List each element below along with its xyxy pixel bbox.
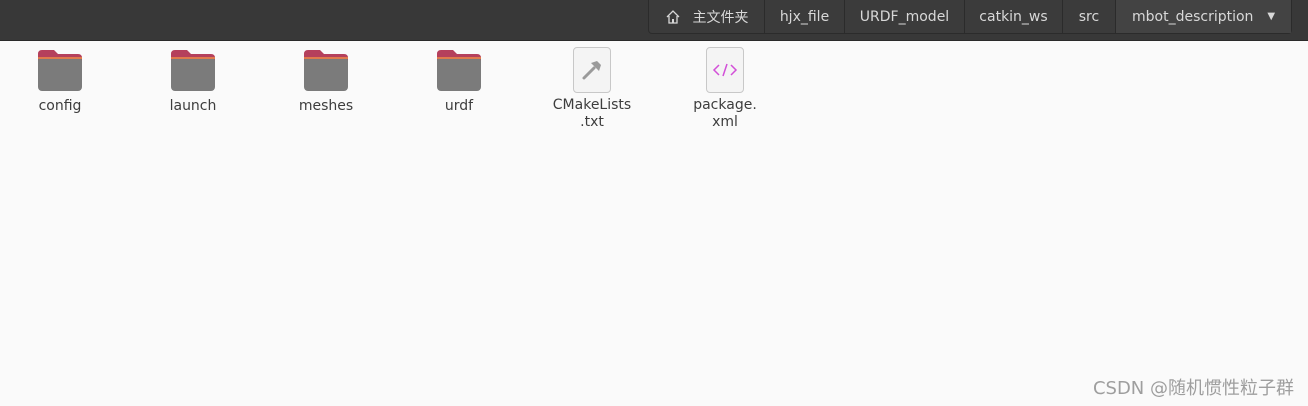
chevron-down-icon[interactable]: ▼	[1267, 11, 1275, 22]
file-item-package-xml[interactable]: package. xml	[665, 46, 785, 131]
file-name: package. xml	[693, 97, 757, 130]
breadcrumb-item-src[interactable]: src	[1063, 0, 1116, 33]
file-grid: config launch meshes urdf CMakeLists .tx…	[0, 40, 1308, 406]
breadcrumb-item-hjx-file[interactable]: hjx_file	[765, 0, 845, 33]
file-item-cmakelists[interactable]: CMakeLists .txt	[532, 46, 652, 131]
file-name: meshes	[298, 98, 354, 114]
cmake-file-icon	[573, 47, 611, 93]
file-name: urdf	[444, 98, 474, 114]
file-item-meshes[interactable]: meshes	[266, 46, 386, 115]
breadcrumb-current-label: mbot_description	[1132, 8, 1254, 25]
breadcrumb-item-current[interactable]: mbot_description ▼	[1116, 0, 1291, 33]
file-name: config	[38, 98, 82, 114]
folder-icon	[304, 50, 348, 91]
home-icon	[666, 9, 679, 24]
folder-icon	[38, 50, 82, 91]
file-name: launch	[169, 98, 217, 114]
breadcrumb-item-urdf-model[interactable]: URDF_model	[845, 0, 965, 33]
watermark: CSDN @随机惯性粒子群	[1092, 378, 1294, 399]
header-bar: 主文件夹 hjx_file URDF_model catkin_ws src m…	[0, 0, 1308, 41]
breadcrumb-home-label: 主文件夹	[692, 9, 749, 26]
folder-icon	[437, 50, 481, 91]
file-item-config[interactable]: config	[0, 46, 120, 115]
folder-icon	[171, 50, 215, 91]
breadcrumb-home[interactable]: 主文件夹	[649, 0, 765, 33]
file-item-urdf[interactable]: urdf	[399, 46, 519, 115]
file-name: CMakeLists .txt	[552, 97, 632, 130]
file-item-launch[interactable]: launch	[133, 46, 253, 115]
breadcrumb: 主文件夹 hjx_file URDF_model catkin_ws src m…	[648, 0, 1292, 34]
code-icon	[712, 63, 738, 77]
hammer-icon	[582, 61, 601, 80]
breadcrumb-item-catkin-ws[interactable]: catkin_ws	[965, 0, 1063, 33]
xml-file-icon	[706, 47, 744, 93]
